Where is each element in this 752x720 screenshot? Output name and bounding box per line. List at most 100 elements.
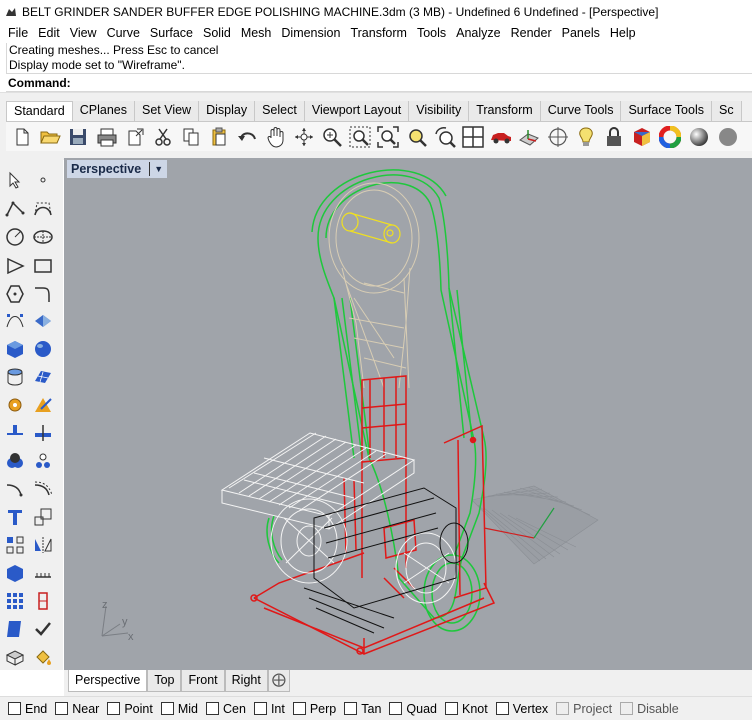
menu-file[interactable]: File bbox=[4, 26, 34, 40]
osnap-tan[interactable]: Tan bbox=[344, 702, 381, 716]
vtab-perspective[interactable]: Perspective bbox=[68, 670, 148, 692]
osnap-quad[interactable]: Quad bbox=[389, 702, 437, 716]
curve-cv-icon[interactable] bbox=[32, 198, 54, 220]
osnap-checkbox[interactable] bbox=[556, 702, 570, 715]
osnap-perp[interactable]: Perp bbox=[292, 702, 336, 716]
osnap-mid[interactable]: Mid bbox=[160, 702, 198, 716]
menu-help[interactable]: Help bbox=[606, 26, 642, 40]
extrude-icon[interactable] bbox=[4, 422, 26, 444]
vtab-front[interactable]: Front bbox=[181, 670, 225, 692]
rectangle-icon[interactable] bbox=[32, 255, 54, 277]
render-icon[interactable] bbox=[715, 125, 739, 149]
menu-tools[interactable]: Tools bbox=[413, 26, 452, 40]
color-wheel-icon[interactable] bbox=[658, 125, 682, 149]
rotate-view-icon[interactable] bbox=[292, 125, 316, 149]
new-icon[interactable] bbox=[10, 125, 34, 149]
surface-patch-icon[interactable] bbox=[32, 366, 54, 388]
osnap-checkbox[interactable] bbox=[344, 702, 358, 715]
tab-cplanes[interactable]: CPlanes bbox=[72, 101, 135, 121]
tab-display[interactable]: Display bbox=[199, 101, 256, 121]
viewport-title[interactable]: Perspective ▼ bbox=[67, 160, 168, 178]
fillet-curve-icon[interactable] bbox=[32, 283, 54, 305]
print-icon[interactable] bbox=[95, 125, 119, 149]
array-icon[interactable] bbox=[4, 534, 26, 556]
menu-dimension[interactable]: Dimension bbox=[277, 26, 346, 40]
zoom-selected-icon[interactable] bbox=[405, 125, 429, 149]
menu-render[interactable]: Render bbox=[507, 26, 558, 40]
curve-offset-icon[interactable] bbox=[32, 478, 54, 500]
osnap-checkbox[interactable] bbox=[253, 702, 267, 715]
osnap-checkbox[interactable] bbox=[160, 702, 174, 715]
cylinder-icon[interactable] bbox=[4, 366, 26, 388]
zoom-icon[interactable] bbox=[320, 125, 344, 149]
osnap-end[interactable]: End bbox=[8, 702, 47, 716]
tab-transform[interactable]: Transform bbox=[469, 101, 541, 121]
mirror-icon[interactable] bbox=[32, 534, 54, 556]
boolean-union-icon[interactable] bbox=[4, 451, 26, 473]
polyline-icon[interactable] bbox=[4, 198, 26, 220]
copy-icon[interactable] bbox=[179, 125, 203, 149]
osnap-checkbox[interactable] bbox=[8, 702, 21, 715]
menu-view[interactable]: View bbox=[66, 26, 103, 40]
cage-edit-icon[interactable] bbox=[4, 646, 26, 668]
menu-solid[interactable]: Solid bbox=[199, 26, 237, 40]
vtab-right[interactable]: Right bbox=[224, 670, 268, 692]
osnap-near[interactable]: Near bbox=[55, 702, 99, 716]
menu-edit[interactable]: Edit bbox=[34, 26, 66, 40]
light-icon[interactable] bbox=[574, 125, 598, 149]
four-viewports-icon[interactable] bbox=[461, 125, 485, 149]
surface-edit-icon[interactable] bbox=[32, 310, 54, 332]
import-icon[interactable] bbox=[123, 125, 147, 149]
rotate-icon[interactable] bbox=[433, 125, 457, 149]
tab-sc[interactable]: Sc bbox=[711, 101, 742, 121]
zoom-extents-icon[interactable] bbox=[376, 125, 400, 149]
edit-points-icon[interactable] bbox=[4, 310, 26, 332]
command-input[interactable] bbox=[74, 74, 752, 91]
vtab-top[interactable]: Top bbox=[147, 670, 182, 692]
menu-mesh[interactable]: Mesh bbox=[237, 26, 278, 40]
tab-standard[interactable]: Standard bbox=[6, 101, 73, 121]
osnap-checkbox[interactable] bbox=[495, 702, 509, 715]
perspective-viewport[interactable]: z y x Perspective ▼ bbox=[64, 158, 752, 670]
solid-box-icon[interactable] bbox=[4, 562, 26, 584]
explode-icon[interactable] bbox=[32, 451, 54, 473]
osnap-point[interactable]: Point bbox=[107, 702, 153, 716]
osnap-checkbox[interactable] bbox=[445, 702, 458, 715]
sphere-icon[interactable] bbox=[687, 125, 711, 149]
cplane-icon[interactable] bbox=[517, 125, 541, 149]
dimension-icon[interactable] bbox=[32, 562, 54, 584]
text-icon[interactable] bbox=[4, 506, 26, 528]
add-viewport-icon[interactable]: ⨁ bbox=[267, 670, 290, 692]
bend-icon[interactable] bbox=[4, 618, 26, 640]
osnap-int[interactable]: Int bbox=[253, 702, 285, 716]
sphere-solid-icon[interactable] bbox=[32, 338, 54, 360]
ellipse-icon[interactable] bbox=[32, 226, 54, 248]
scale-icon[interactable] bbox=[32, 506, 54, 528]
material-icon[interactable] bbox=[630, 125, 654, 149]
tab-viewport-layout[interactable]: Viewport Layout bbox=[304, 101, 410, 121]
point-icon[interactable] bbox=[32, 169, 54, 191]
osnap-checkbox[interactable] bbox=[206, 702, 219, 715]
boolean-icon[interactable] bbox=[32, 394, 54, 416]
osnap-checkbox[interactable] bbox=[55, 702, 69, 715]
osnap-checkbox[interactable] bbox=[292, 702, 306, 715]
menu-curve[interactable]: Curve bbox=[103, 26, 146, 40]
pan-icon[interactable] bbox=[264, 125, 288, 149]
osnap-checkbox[interactable] bbox=[107, 702, 121, 715]
tab-visibility[interactable]: Visibility bbox=[409, 101, 470, 121]
paint-bucket-icon[interactable] bbox=[32, 646, 54, 668]
save-icon[interactable] bbox=[66, 125, 90, 149]
paste-icon[interactable] bbox=[207, 125, 231, 149]
osnap-cen[interactable]: Cen bbox=[206, 702, 246, 716]
tab-curve-tools[interactable]: Curve Tools bbox=[540, 101, 622, 121]
tab-select[interactable]: Select bbox=[255, 101, 305, 121]
polygon-icon[interactable] bbox=[4, 283, 26, 305]
layer-icon[interactable] bbox=[32, 590, 54, 612]
menu-transform[interactable]: Transform bbox=[346, 26, 413, 40]
osnap-knot[interactable]: Knot bbox=[445, 702, 488, 716]
box-icon[interactable] bbox=[4, 338, 26, 360]
menu-panels[interactable]: Panels bbox=[558, 26, 606, 40]
osnap-checkbox[interactable] bbox=[620, 702, 634, 715]
split-icon[interactable] bbox=[32, 422, 54, 444]
tab-set-view[interactable]: Set View bbox=[134, 101, 200, 121]
